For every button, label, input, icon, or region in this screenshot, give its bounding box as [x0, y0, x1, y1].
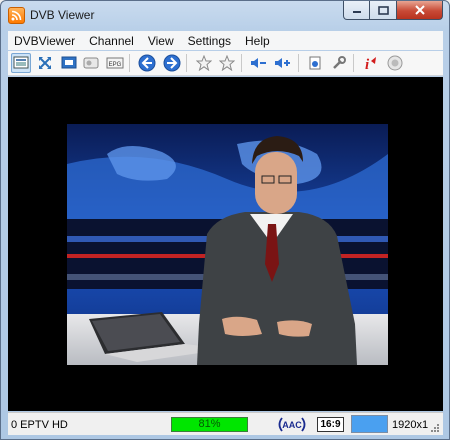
epg-button[interactable]: EPG	[105, 53, 125, 73]
favorite-icon	[196, 55, 212, 71]
fullscreen-icon	[39, 57, 51, 69]
back-icon	[138, 54, 156, 72]
signal-strength-bar: 81%	[171, 417, 248, 432]
svg-text:i: i	[365, 57, 370, 71]
audio-format-label: AAC	[282, 420, 302, 430]
status-bar: 0 EPTV HD 81% AAC 16:9 1920x1	[8, 412, 443, 435]
maximize-button[interactable]	[370, 1, 397, 20]
app-window: DVB Viewer DVBViewer Channel View Settin…	[0, 0, 450, 440]
news-anchor-image	[67, 124, 388, 365]
toolbar-separator	[353, 54, 354, 72]
title-bar[interactable]: DVB Viewer	[1, 1, 449, 29]
settings-icon	[333, 56, 346, 69]
volume-up-button[interactable]	[273, 53, 293, 73]
audio-format-badge: AAC	[276, 417, 308, 432]
toolbar: EPG i	[8, 51, 443, 76]
menu-view[interactable]: View	[142, 34, 182, 48]
menu-channel[interactable]: Channel	[83, 34, 142, 48]
toolbar-separator	[129, 54, 130, 72]
radio-icon	[83, 57, 99, 69]
settings-button[interactable]	[329, 53, 349, 73]
forward-button[interactable]	[162, 53, 182, 73]
maximize-icon	[377, 5, 389, 15]
back-button[interactable]	[137, 53, 157, 73]
window-title: DVB Viewer	[30, 8, 95, 22]
svg-text:EPG: EPG	[109, 62, 122, 68]
rss-icon	[8, 7, 25, 24]
epg-icon: EPG	[106, 57, 124, 69]
channel-name: 0 EPTV HD	[11, 419, 68, 431]
minimize-icon	[352, 11, 361, 13]
level-indicator	[351, 415, 388, 433]
volume-down-icon	[251, 58, 266, 68]
volume-down-button[interactable]	[249, 53, 269, 73]
toolbar-separator	[298, 54, 299, 72]
favorite-button[interactable]	[194, 53, 214, 73]
close-button[interactable]	[397, 1, 443, 20]
video-frame[interactable]	[67, 124, 388, 365]
menu-help[interactable]: Help	[239, 34, 278, 48]
volume-up-icon	[275, 58, 290, 68]
fullscreen-button[interactable]	[35, 53, 55, 73]
window-mode-button[interactable]	[11, 53, 31, 73]
menu-dvbviewer[interactable]: DVBViewer	[8, 34, 83, 48]
close-icon	[414, 5, 425, 15]
stop-icon	[387, 55, 403, 71]
toolbar-separator	[186, 54, 187, 72]
record-button[interactable]	[305, 53, 325, 73]
minimize-button[interactable]	[343, 1, 370, 20]
tv-icon	[61, 56, 77, 69]
record-icon	[309, 56, 321, 70]
window-controls	[343, 1, 443, 20]
radio-button[interactable]	[81, 53, 101, 73]
aac-badge-icon: AAC	[278, 417, 306, 432]
toolbar-separator	[241, 54, 242, 72]
info-icon: i	[365, 57, 376, 71]
aspect-ratio-badge: 16:9	[317, 417, 344, 432]
favorite-add-button[interactable]	[217, 53, 237, 73]
info-button[interactable]: i	[360, 53, 380, 73]
stop-button[interactable]	[385, 53, 405, 73]
tv-button[interactable]	[59, 53, 79, 73]
menu-bar: DVBViewer Channel View Settings Help	[8, 31, 443, 50]
window-mode-icon	[13, 56, 29, 69]
favorite-add-icon	[219, 55, 235, 71]
resize-grip-icon[interactable]	[430, 423, 440, 433]
video-area[interactable]	[8, 77, 443, 411]
menu-settings[interactable]: Settings	[182, 34, 239, 48]
forward-icon	[163, 54, 181, 72]
